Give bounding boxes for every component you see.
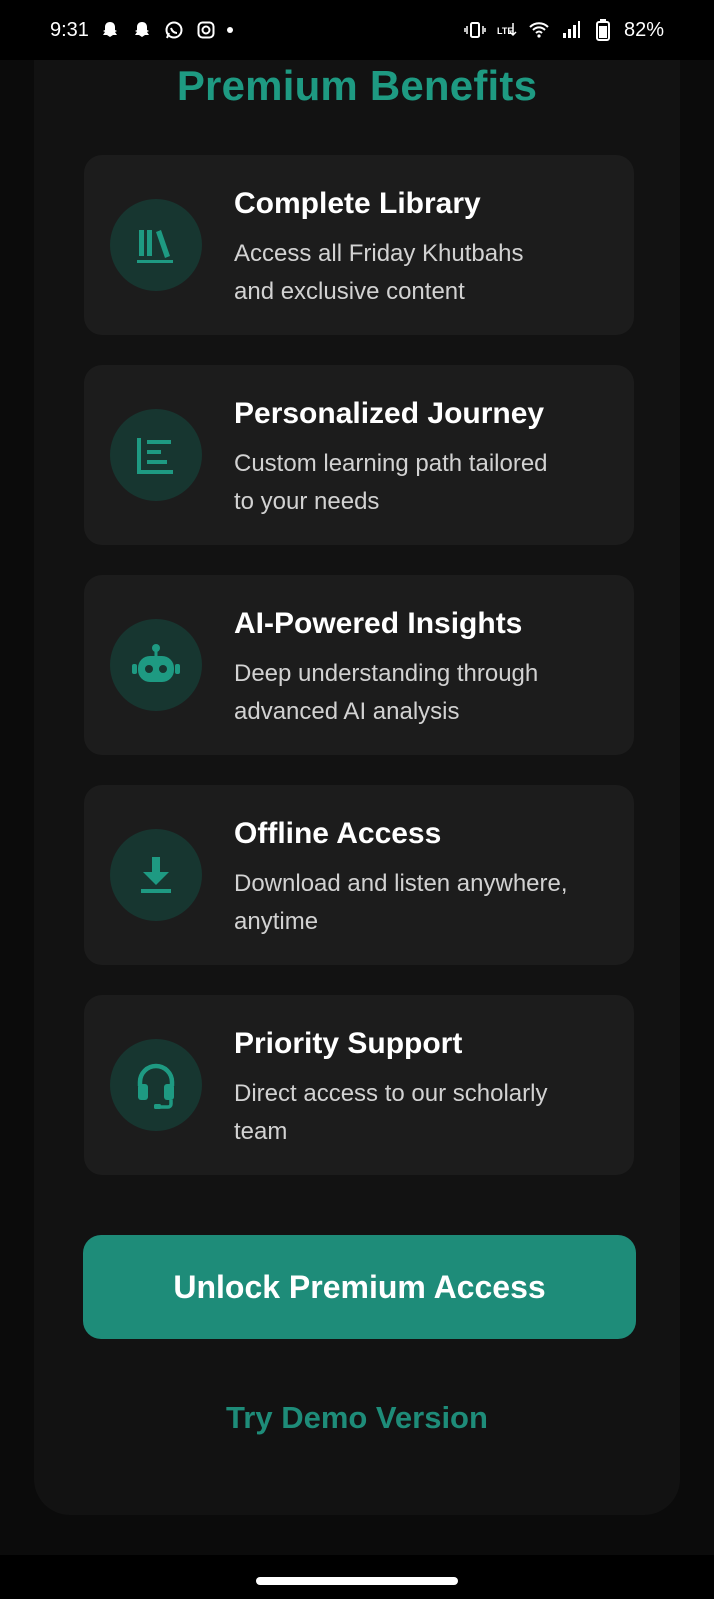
benefit-card-ai-powered-insights: AI-Powered Insights Deep understanding t… [84, 575, 634, 755]
benefit-title: Offline Access [234, 817, 442, 850]
benefit-card-priority-support: Priority Support Direct access to our sc… [84, 995, 634, 1175]
benefit-desc-line: team [234, 1118, 288, 1145]
robot-icon [110, 619, 202, 711]
status-left: 9:31 [50, 19, 233, 42]
status-bar: 9:31 LTE 82% [0, 0, 714, 60]
benefit-desc-line: Direct access to our scholarly [234, 1080, 548, 1107]
benefit-desc-line: advanced AI analysis [234, 698, 460, 725]
benefit-title: Personalized Journey [234, 397, 545, 430]
benefit-desc-line: to your needs [234, 488, 380, 515]
battery-percent: 82% [623, 18, 664, 41]
benefit-card-offline-access: Offline Access Download and listen anywh… [84, 785, 634, 965]
status-time: 9:31 [50, 18, 89, 41]
whatsapp-icon [163, 19, 185, 41]
benefit-title: AI-Powered Insights [234, 607, 523, 640]
notification-dot-icon [226, 27, 233, 33]
benefit-desc-line: Access all Friday Khutbahs [234, 240, 524, 267]
benefit-title: Complete Library [234, 187, 481, 220]
benefit-description: Access all Friday Khutbahs and exclusive… [234, 235, 624, 311]
page-title: Premium Benefits [176, 62, 538, 109]
vibrate-icon [464, 19, 486, 41]
snapchat-icon [131, 19, 153, 41]
instagram-icon [195, 19, 217, 41]
benefit-title: Priority Support [234, 1027, 463, 1060]
benefit-desc-line: Deep understanding through [234, 660, 539, 687]
battery-icon [592, 19, 614, 41]
svg-text:LTE: LTE [497, 26, 513, 36]
benefit-desc-line: Custom learning path tailored [234, 450, 548, 477]
benefit-card-personalized-journey: Personalized Journey Custom learning pat… [84, 365, 634, 545]
benefit-desc-line: and exclusive content [234, 278, 465, 305]
snapchat-icon [99, 19, 121, 41]
benefit-desc-line: Download and listen anywhere, [234, 870, 568, 897]
wifi-icon [528, 19, 550, 41]
lte-icon: LTE [496, 19, 518, 41]
status-right: LTE 82% [464, 19, 664, 42]
home-gesture-handle[interactable] [256, 1577, 458, 1585]
headset-icon [110, 1039, 202, 1131]
download-icon [110, 829, 202, 921]
library-icon [110, 199, 202, 291]
benefit-description: Download and listen anywhere, anytime [234, 865, 624, 941]
unlock-premium-button[interactable]: Unlock Premium Access [83, 1235, 636, 1339]
try-demo-link[interactable]: Try Demo Version [0, 1400, 714, 1436]
benefit-desc-line: anytime [234, 908, 319, 935]
list-icon [110, 409, 202, 501]
benefit-description: Deep understanding through advanced AI a… [234, 655, 624, 731]
navigation-bar [0, 1555, 714, 1599]
benefit-description: Direct access to our scholarly team [234, 1075, 624, 1151]
benefit-card-complete-library: Complete Library Access all Friday Khutb… [84, 155, 634, 335]
benefit-description: Custom learning path tailored to your ne… [234, 445, 624, 521]
signal-icon [560, 19, 582, 41]
